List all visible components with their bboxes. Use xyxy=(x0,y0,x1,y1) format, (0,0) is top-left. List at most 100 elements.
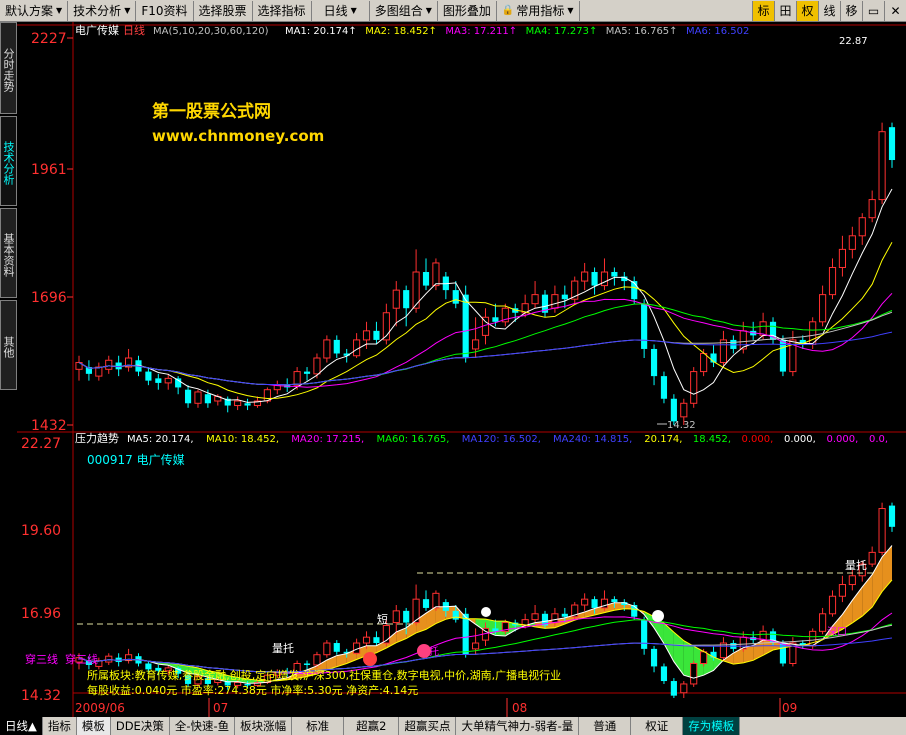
menu-label: 选择股票 xyxy=(198,3,247,18)
indicator-value-label: 0.0, xyxy=(869,434,888,445)
menu-f10[interactable]: F10资料 xyxy=(136,0,194,21)
candle-body xyxy=(234,400,242,407)
candle-body xyxy=(293,371,301,386)
candle-body xyxy=(362,330,371,341)
candle-body xyxy=(531,294,539,305)
minimize-icon[interactable]: ▭ xyxy=(862,0,884,21)
tool-line[interactable]: 线 xyxy=(818,0,840,21)
indicator-value-label: 20.174, xyxy=(644,434,682,445)
menu-common-indicators[interactable]: 🔒 常用指标 ▼ xyxy=(497,0,580,21)
menu-select-indicator[interactable]: 选择指标 xyxy=(253,0,312,21)
indicator-value-label: MA60: 16.765, xyxy=(377,434,450,445)
menu-overlay[interactable]: 图形叠加 xyxy=(438,0,497,21)
tab-dde[interactable]: DDE决策 xyxy=(111,717,170,735)
candle-body xyxy=(660,376,668,399)
indicator-value-label: MA10: 18.452, xyxy=(206,434,279,445)
candle-body xyxy=(432,262,440,287)
tab-standard[interactable]: 标准 xyxy=(292,717,345,735)
candle-body xyxy=(194,391,202,404)
period-label: 日线 xyxy=(123,23,145,37)
candle-body xyxy=(164,377,172,384)
smile-icon xyxy=(652,610,664,622)
tab-super-win-buy[interactable]: 超赢买点 xyxy=(399,717,457,735)
tab-technical[interactable]: 技术分析 xyxy=(0,116,17,206)
ma-value-label: MA1: 20.174↑ xyxy=(285,26,357,37)
y-tick: 16.96 xyxy=(21,606,61,622)
candle-body xyxy=(611,599,618,603)
chuan-san-xian-label: 穿三线 xyxy=(25,652,58,666)
menu-label: 日线 xyxy=(323,3,348,18)
candle-body xyxy=(888,127,896,161)
menu-label: 多图组合 xyxy=(374,3,423,18)
tab-normal[interactable]: 普通 xyxy=(579,717,632,735)
candle-body xyxy=(680,402,688,418)
tab-template[interactable]: 模板 xyxy=(76,717,111,735)
candle-body xyxy=(392,610,400,624)
kline-chart[interactable]: 电广传媒 日线 MA(5,10,20,30,60,120) MA1: 20.17… xyxy=(17,22,906,717)
menu-label: 常用指标 xyxy=(516,3,565,18)
tab-save-template[interactable]: 存为模板 xyxy=(683,717,741,735)
menu-technical-analysis[interactable]: 技术分析 ▼ xyxy=(68,0,137,21)
toolbar-right: 标 田 权 线 移 ▭ ✕ xyxy=(752,0,906,21)
tab-fundamentals[interactable]: 基本资料 xyxy=(0,208,17,298)
time-axis-label: 08 xyxy=(512,701,527,715)
tab-warrant[interactable]: 权证 xyxy=(631,717,684,735)
ma-value-label: MA5: 16.765↑ xyxy=(606,26,678,37)
menu-label: 选择指标 xyxy=(257,3,306,18)
menu-period[interactable]: 日线 ▼ xyxy=(312,0,370,21)
tab-quick-fish[interactable]: 全-快速-鱼 xyxy=(170,717,236,735)
time-axis-label: 2009/06 xyxy=(75,701,125,715)
tool-grid[interactable]: 田 xyxy=(774,0,796,21)
chevron-down-icon: ▼ xyxy=(56,5,63,15)
candle-body xyxy=(551,294,559,309)
smile-icon xyxy=(363,652,377,666)
tool-mark[interactable]: 标 xyxy=(752,0,774,21)
menu-multi-chart[interactable]: 多图组合 ▼ xyxy=(370,0,438,21)
candle-body xyxy=(581,598,589,606)
close-icon[interactable]: ✕ xyxy=(884,0,906,21)
tab-big-order[interactable]: 大单精气神力-弱者-量 xyxy=(456,717,580,735)
tab-sector-gain[interactable]: 板块涨幅 xyxy=(235,717,293,735)
indicator-value-label: 0.000, xyxy=(742,434,774,445)
chart-area[interactable]: 电广传媒 日线 MA(5,10,20,30,60,120) MA1: 20.17… xyxy=(17,22,906,717)
candle-body xyxy=(690,371,698,404)
short-label: 短 xyxy=(377,612,388,626)
y-tick: 2227 xyxy=(31,31,67,47)
menu-select-stock[interactable]: 选择股票 xyxy=(194,0,253,21)
candle-body xyxy=(878,131,886,201)
tool-rights[interactable]: 权 xyxy=(796,0,818,21)
tab-daily[interactable]: 日线▲ xyxy=(0,717,43,735)
candle-body xyxy=(819,613,827,632)
menu-default-scheme[interactable]: 默认方案 ▼ xyxy=(0,0,69,21)
tab-intraday[interactable]: 分时走势 xyxy=(0,22,17,114)
candle-body xyxy=(561,613,568,617)
candle-body xyxy=(878,508,886,553)
stock-name: 电广传媒 xyxy=(75,24,119,37)
menu-label: 默认方案 xyxy=(5,3,54,18)
lock-icon: 🔒 xyxy=(501,4,515,16)
indicator-value-label: 18.452, xyxy=(693,434,731,445)
tab-super-win2[interactable]: 超赢2 xyxy=(344,717,400,735)
menu-label: F10资料 xyxy=(141,3,188,18)
ma-value-label: MA6: 16.502 xyxy=(686,26,749,37)
candle-body xyxy=(95,366,103,377)
candle-body xyxy=(452,610,459,620)
candle-body xyxy=(313,357,321,375)
candle-body xyxy=(650,648,658,667)
tab-indicator[interactable]: 指标 xyxy=(43,717,77,735)
candle-body xyxy=(650,348,658,377)
indicator-value-label: MA240: 14.815, xyxy=(553,434,632,445)
tool-move[interactable]: 移 xyxy=(840,0,862,21)
candle-body xyxy=(303,371,311,374)
candle-body xyxy=(581,271,589,282)
candle-body xyxy=(888,505,896,527)
indicator-value-label: MA20: 17.215, xyxy=(291,434,364,445)
candle-body xyxy=(373,637,380,644)
candle-body xyxy=(670,681,677,696)
tab-other[interactable]: 其他 xyxy=(0,300,17,390)
candle-body xyxy=(828,595,837,615)
indicator-value-label: 0.000, xyxy=(784,434,816,445)
volume-support-label: 量托 xyxy=(272,641,294,655)
candle-body xyxy=(462,294,469,359)
candle-body xyxy=(670,398,677,422)
